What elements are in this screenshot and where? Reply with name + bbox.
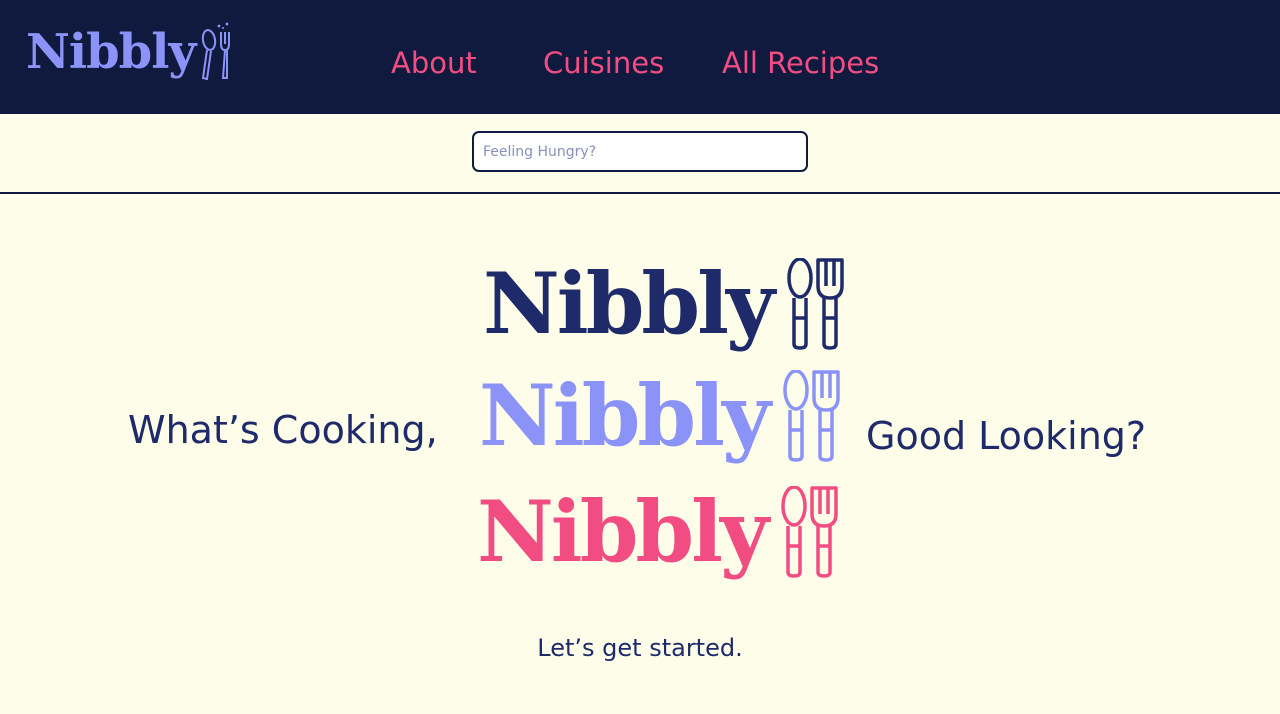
tagline-right: Good Looking? bbox=[866, 414, 1147, 458]
brand-text: Nibbly bbox=[483, 254, 775, 353]
get-started-link[interactable]: Let’s get started. bbox=[0, 634, 1280, 662]
spoon-fork-icon bbox=[787, 258, 844, 350]
nav-cuisines[interactable]: Cuisines bbox=[543, 46, 664, 81]
brand-logo-navy: Nibbly bbox=[483, 254, 848, 353]
brand-text: Nibbly bbox=[479, 366, 771, 465]
spoon-fork-icon bbox=[781, 486, 838, 578]
search-bar bbox=[0, 114, 1280, 194]
brand-text: Nibbly bbox=[477, 482, 769, 581]
search-input[interactable] bbox=[472, 131, 808, 172]
site-header: Nibbly About Cuisines All Recipes bbox=[0, 0, 1280, 114]
nav-about[interactable]: About bbox=[391, 46, 477, 81]
logo-text: Nibbly bbox=[26, 24, 196, 80]
brand-logo-periwinkle: Nibbly bbox=[479, 366, 844, 465]
site-logo[interactable]: Nibbly bbox=[26, 22, 235, 81]
spoon-fork-icon bbox=[202, 22, 231, 81]
spoon-fork-icon bbox=[783, 370, 840, 462]
brand-logo-pink: Nibbly bbox=[477, 482, 842, 581]
nav-all-recipes[interactable]: All Recipes bbox=[722, 46, 879, 81]
tagline-left: What’s Cooking, bbox=[128, 408, 438, 452]
